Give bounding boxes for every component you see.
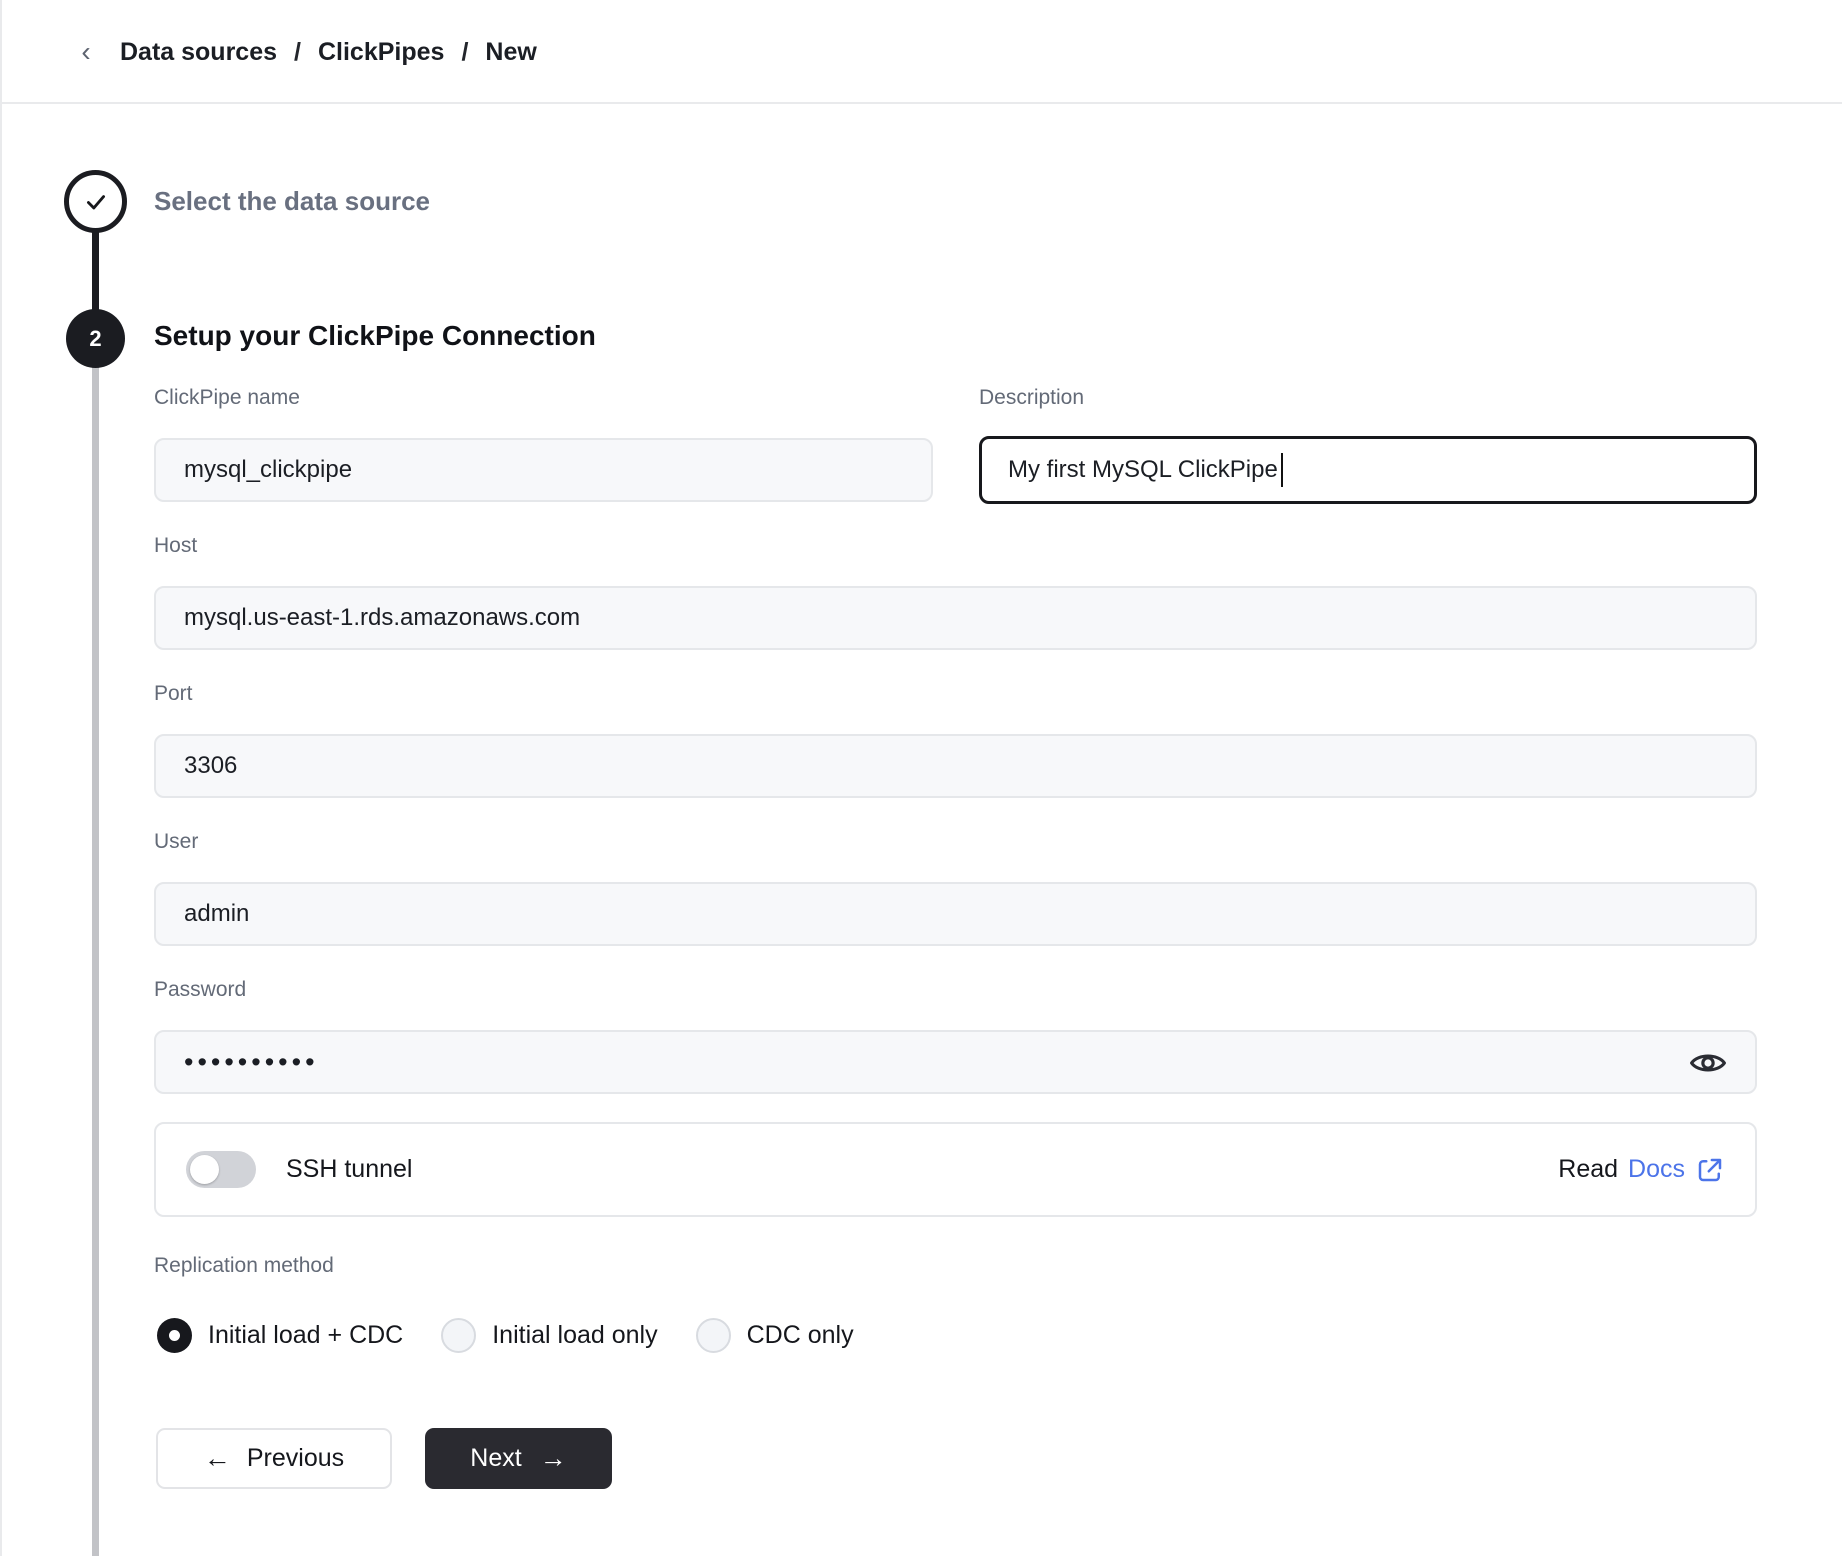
ssh-tunnel-label: SSH tunnel [286, 1155, 412, 1184]
arrow-right-icon: → [540, 1445, 567, 1472]
user-input[interactable] [154, 882, 1757, 946]
host-input[interactable] [154, 586, 1757, 650]
step-2-indicator: 2 [66, 309, 125, 368]
radio-unselected-icon[interactable] [441, 1318, 476, 1353]
breadcrumb: Data sources / ClickPipes / New [120, 0, 537, 104]
toggle-knob [190, 1155, 219, 1184]
back-chevron-icon[interactable]: ‹ [68, 34, 104, 70]
port-label: Port [154, 682, 193, 706]
replication-method-group: Initial load + CDC Initial load only CDC… [157, 1318, 854, 1353]
clickpipe-name-label: ClickPipe name [154, 386, 300, 410]
replication-method-label: Replication method [154, 1254, 334, 1278]
step-1-title: Select the data source [154, 186, 430, 217]
show-password-button[interactable] [1686, 1044, 1730, 1082]
step-2-number: 2 [89, 326, 101, 352]
breadcrumb-separator: / [294, 38, 301, 67]
password-label: Password [154, 978, 246, 1002]
breadcrumb-item-data-sources[interactable]: Data sources [120, 38, 277, 67]
ssh-tunnel-toggle[interactable] [186, 1151, 256, 1188]
description-value: My first MySQL ClickPipe [1008, 456, 1278, 484]
password-input[interactable] [154, 1030, 1757, 1094]
breadcrumb-separator: / [461, 38, 468, 67]
radio-initial-load-only[interactable]: Initial load only [441, 1318, 657, 1353]
radio-unselected-icon[interactable] [696, 1318, 731, 1353]
radio-label: Initial load + CDC [208, 1321, 403, 1350]
step-1-complete-indicator [64, 170, 127, 233]
previous-button[interactable]: ← Previous [156, 1428, 392, 1489]
clickpipe-setup-page: ‹ Data sources / ClickPipes / New 2 Sele… [0, 0, 1842, 1556]
port-input[interactable] [154, 734, 1757, 798]
radio-label: CDC only [747, 1321, 854, 1350]
radio-selected-icon[interactable] [157, 1318, 192, 1353]
radio-initial-load-cdc[interactable]: Initial load + CDC [157, 1318, 403, 1353]
docs-link[interactable]: Docs [1628, 1155, 1685, 1184]
user-label: User [154, 830, 198, 854]
step-2-title: Setup your ClickPipe Connection [154, 320, 596, 352]
description-input[interactable]: My first MySQL ClickPipe [979, 436, 1757, 504]
check-icon [83, 189, 109, 215]
eye-icon [1688, 1046, 1728, 1080]
previous-button-label: Previous [247, 1444, 344, 1473]
radio-cdc-only[interactable]: CDC only [696, 1318, 854, 1353]
next-button-label: Next [470, 1444, 521, 1473]
external-link-icon[interactable] [1695, 1155, 1725, 1185]
breadcrumb-item-new[interactable]: New [485, 38, 536, 67]
radio-label: Initial load only [492, 1321, 657, 1350]
read-text: Read [1558, 1155, 1618, 1184]
host-label: Host [154, 534, 197, 558]
arrow-left-icon: ← [204, 1445, 231, 1472]
stepper-connector-pending [92, 338, 99, 1556]
next-button[interactable]: Next → [425, 1428, 612, 1489]
clickpipe-name-input[interactable] [154, 438, 933, 502]
breadcrumb-item-clickpipes[interactable]: ClickPipes [318, 38, 444, 67]
description-label: Description [979, 386, 1084, 410]
header-bar: ‹ Data sources / ClickPipes / New [2, 0, 1842, 104]
text-cursor [1281, 453, 1283, 487]
ssh-tunnel-panel: SSH tunnel Read Docs [154, 1122, 1757, 1217]
